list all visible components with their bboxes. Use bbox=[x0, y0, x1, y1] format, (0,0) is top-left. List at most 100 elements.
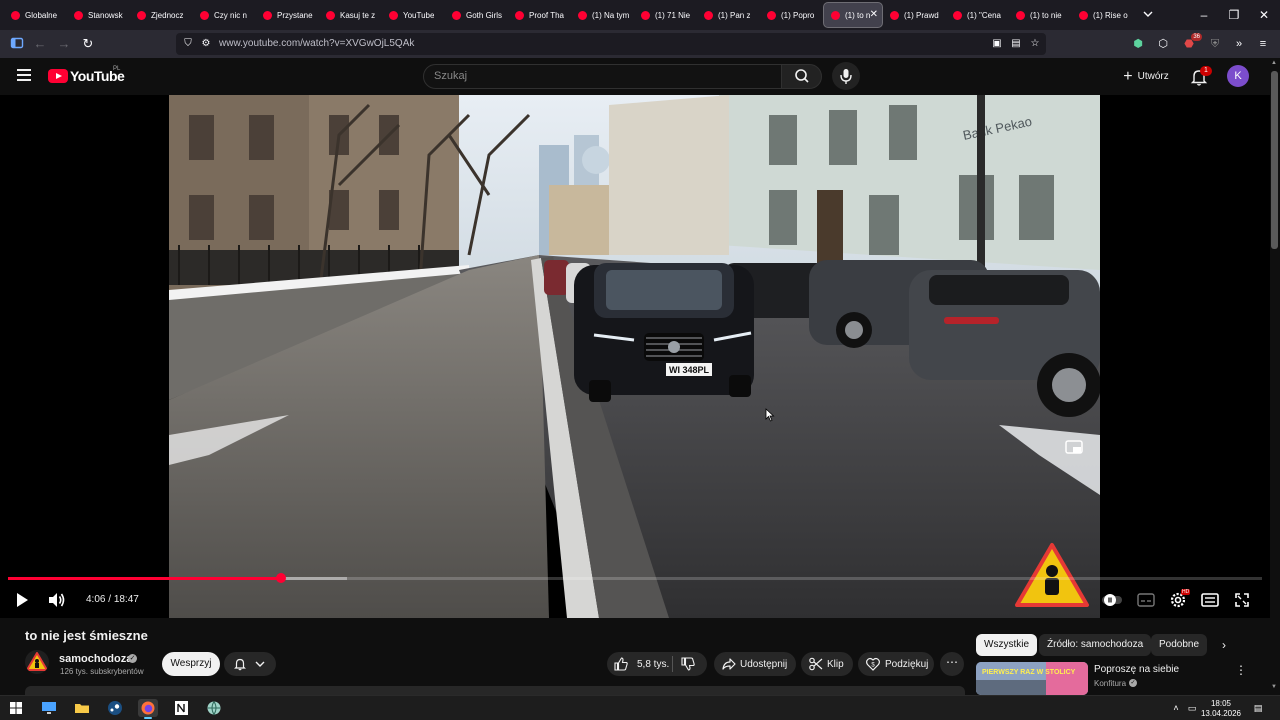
support-button[interactable]: Wesprzyj bbox=[162, 652, 220, 676]
browser-tab[interactable]: Zjednocz bbox=[130, 2, 193, 28]
sidebar-toggle-icon[interactable] bbox=[9, 36, 25, 52]
reload-button[interactable]: ↻ bbox=[80, 36, 96, 52]
share-button[interactable]: Udostępnij bbox=[714, 652, 796, 676]
chips-next-arrow-icon[interactable]: › bbox=[1222, 638, 1234, 652]
video-player[interactable]: Bank Pekao WI 348PL 4:06 / 18:47 HD bbox=[0, 95, 1270, 618]
reader-view-icon[interactable]: ▤ bbox=[1010, 38, 1022, 50]
more-tools-icon[interactable]: » bbox=[1231, 36, 1247, 52]
hamburger-menu-icon[interactable] bbox=[17, 69, 31, 81]
forward-button[interactable]: → bbox=[56, 36, 72, 52]
browser-tab[interactable]: Czy nic n bbox=[193, 2, 256, 28]
scrollbar-thumb[interactable] bbox=[1271, 71, 1278, 249]
time-separator: / bbox=[105, 594, 114, 605]
create-button[interactable]: + Utwórz bbox=[1114, 64, 1178, 89]
subtitles-button[interactable] bbox=[1134, 589, 1158, 611]
youtube-favicon-icon bbox=[263, 10, 272, 20]
start-button[interactable] bbox=[6, 699, 26, 717]
browser-tab[interactable]: (1) Pan z bbox=[697, 2, 760, 28]
tab-list-dropdown-icon[interactable] bbox=[1141, 7, 1155, 21]
system-clock[interactable]: 18:05 13.04.2026 bbox=[1200, 699, 1242, 719]
taskbar-steam[interactable] bbox=[105, 699, 125, 717]
mouse-cursor-icon bbox=[765, 408, 775, 422]
url-text[interactable]: www.youtube.com/watch?v=XVGwOjL5QAk bbox=[219, 38, 414, 49]
browser-tab[interactable]: Stanowsk bbox=[67, 2, 130, 28]
chip-all[interactable]: Wszystkie bbox=[976, 634, 1037, 656]
taskbar-notion[interactable] bbox=[171, 699, 191, 717]
browser-tab[interactable]: (1) Prawd bbox=[883, 2, 946, 28]
menu-icon[interactable]: ≡ bbox=[1255, 36, 1271, 52]
notifications-center-icon[interactable]: ▤ bbox=[1252, 702, 1264, 714]
chip-related[interactable]: Podobne bbox=[1151, 634, 1208, 656]
related-more-options-icon[interactable]: ⋮ bbox=[1235, 663, 1247, 677]
more-actions-button[interactable]: ⋯ bbox=[940, 652, 964, 676]
browser-tab[interactable]: (1) to nie bbox=[1009, 2, 1072, 28]
back-button[interactable]: ← bbox=[32, 36, 48, 52]
browser-tab[interactable]: (1) Popro bbox=[760, 2, 823, 28]
search-button[interactable] bbox=[781, 64, 822, 89]
play-button[interactable] bbox=[10, 589, 34, 611]
taskbar-app-globe[interactable] bbox=[204, 699, 224, 717]
network-icon[interactable]: ▭ bbox=[1186, 702, 1198, 714]
related-video-channel[interactable]: Konfitura bbox=[1094, 679, 1126, 688]
channel-name[interactable]: samochodoza bbox=[59, 653, 132, 665]
scroll-down-arrow-icon[interactable]: ▼ bbox=[1271, 684, 1277, 690]
extensions-icon[interactable]: ⬡ bbox=[1155, 36, 1171, 52]
browser-tab[interactable]: (1) 71 Nie bbox=[634, 2, 697, 28]
taskbar-firefox[interactable] bbox=[138, 699, 158, 719]
subtitles-icon bbox=[1137, 593, 1155, 607]
close-window-button[interactable]: ✕ bbox=[1257, 8, 1271, 22]
voice-search-button[interactable] bbox=[832, 62, 860, 90]
browser-tab-active[interactable]: (1) to n ✕ bbox=[823, 2, 883, 28]
like-button[interactable]: 5,8 tys. bbox=[607, 652, 669, 676]
video-frame[interactable]: Bank Pekao WI 348PL bbox=[169, 95, 1100, 618]
clip-button[interactable]: Klip bbox=[801, 652, 853, 676]
related-video-thumbnail[interactable]: PIERWSZY RAZ W STOLICY bbox=[976, 662, 1088, 695]
taskbar-file-explorer[interactable] bbox=[72, 699, 92, 717]
restore-button[interactable]: ❐ bbox=[1227, 8, 1241, 22]
dislike-button[interactable] bbox=[680, 656, 698, 672]
subscriber-count: 126 tys. subskrybentów bbox=[60, 667, 144, 676]
search-box[interactable] bbox=[423, 64, 782, 89]
close-tab-icon[interactable]: ✕ bbox=[870, 9, 878, 20]
share-icon bbox=[722, 658, 736, 670]
browser-tab[interactable]: (1) Rise o bbox=[1072, 2, 1135, 28]
browser-tab[interactable]: Goth Girls bbox=[445, 2, 508, 28]
seek-bar[interactable] bbox=[8, 573, 1262, 583]
privacy-extension-icon[interactable]: ⬢ bbox=[1130, 36, 1146, 52]
browser-tab[interactable]: Globalne bbox=[4, 2, 67, 28]
browser-tab[interactable]: Przystane bbox=[256, 2, 319, 28]
channel-avatar[interactable] bbox=[25, 650, 49, 674]
related-video-title[interactable]: Poproszę na siebie bbox=[1094, 664, 1179, 675]
taskbar-monitor-app[interactable] bbox=[39, 699, 59, 717]
account-avatar[interactable]: K bbox=[1227, 65, 1249, 87]
autoplay-toggle[interactable] bbox=[1100, 589, 1124, 611]
browser-tab[interactable]: YouTube bbox=[382, 2, 445, 28]
thanks-button[interactable]: $ Podziękuj bbox=[858, 652, 934, 676]
minimize-button[interactable]: – bbox=[1197, 8, 1211, 22]
theater-mode-button[interactable] bbox=[1198, 589, 1222, 611]
shield-icon[interactable]: ⛉ bbox=[182, 38, 194, 50]
permissions-icon[interactable]: ⚙ bbox=[200, 38, 212, 50]
scroll-up-arrow-icon[interactable]: ▲ bbox=[1271, 60, 1277, 66]
like-count: 5,8 tys. bbox=[637, 658, 670, 670]
shield-extension-icon[interactable]: ⛨ bbox=[1207, 36, 1223, 52]
adblock-extension-icon[interactable]: ⬣ 36 bbox=[1181, 33, 1202, 52]
chip-from-channel[interactable]: Źródło: samochodoza bbox=[1039, 634, 1152, 656]
picture-in-picture-icon[interactable]: ▣ bbox=[991, 38, 1003, 50]
youtube-favicon-icon bbox=[1079, 10, 1088, 20]
miniplayer-icon[interactable] bbox=[1065, 440, 1083, 456]
tray-show-hidden-icon[interactable]: ˄ bbox=[1170, 702, 1182, 714]
fullscreen-button[interactable] bbox=[1230, 589, 1254, 611]
like-divider bbox=[672, 656, 673, 672]
search-input[interactable] bbox=[434, 70, 754, 82]
settings-button[interactable]: HD bbox=[1166, 589, 1191, 611]
browser-tab[interactable]: Proof Tha bbox=[508, 2, 571, 28]
bookmark-star-icon[interactable]: ☆ bbox=[1029, 38, 1041, 50]
browser-tab[interactable]: Kasuj te z bbox=[319, 2, 382, 28]
browser-tab[interactable]: (1) Na tym bbox=[571, 2, 634, 28]
subscribed-notifications-button[interactable] bbox=[224, 652, 276, 676]
browser-tab[interactable]: (1) "Cena bbox=[946, 2, 1009, 28]
mute-button[interactable] bbox=[44, 589, 68, 611]
related-thumbnail-image: PIERWSZY RAZ W STOLICY bbox=[976, 662, 1088, 695]
address-bar[interactable]: ⛉ ⚙ www.youtube.com/watch?v=XVGwOjL5QAk … bbox=[176, 33, 1046, 55]
